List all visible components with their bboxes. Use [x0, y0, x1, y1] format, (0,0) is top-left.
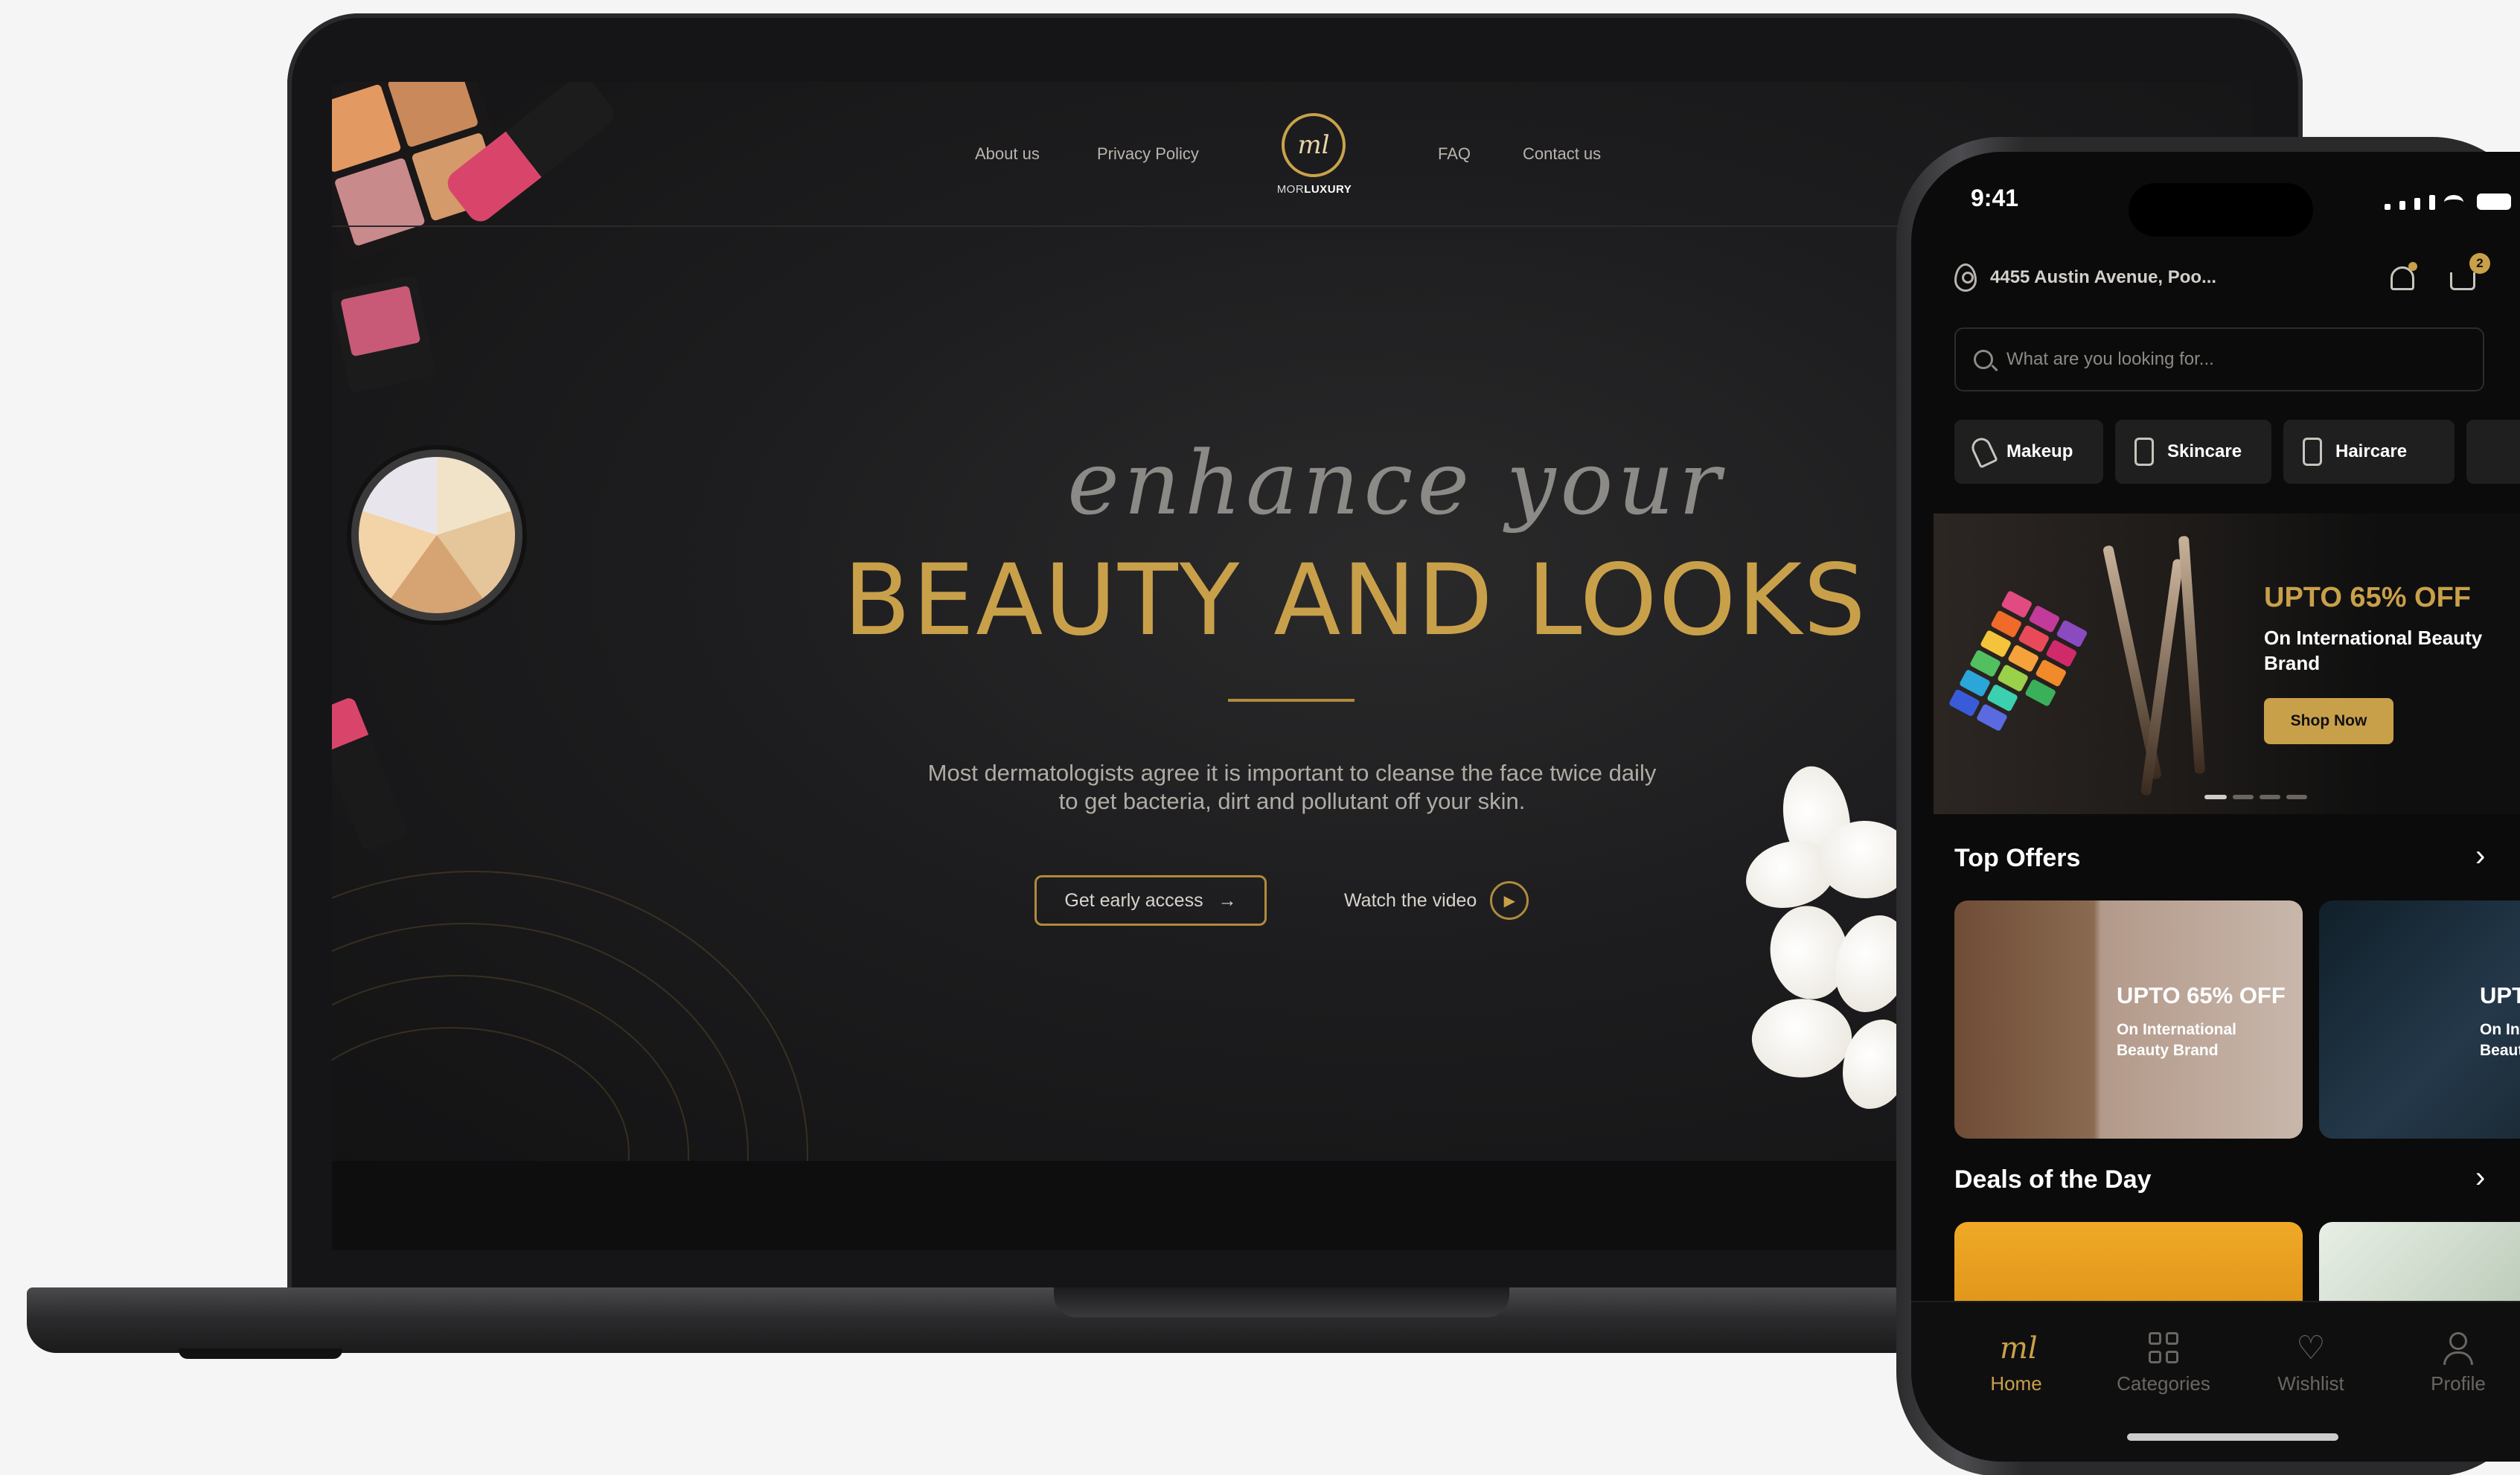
play-icon: ▶ [1490, 881, 1529, 920]
search-input[interactable]: What are you looking for... [1954, 327, 2484, 391]
home-logo-icon: ml [2000, 1331, 2038, 1366]
makeup-brush-icon [1969, 435, 1998, 469]
hero-title: BEAUTY AND LOOKS [843, 543, 1867, 658]
shop-now-button[interactable]: Shop Now [2264, 698, 2393, 744]
deal-card[interactable] [1954, 1222, 2303, 1311]
home-indicator[interactable] [2127, 1433, 2338, 1441]
carousel-dot [2286, 795, 2307, 799]
tab-wishlist[interactable]: ♡ Wishlist [2255, 1332, 2367, 1395]
dynamic-island [2129, 183, 2313, 237]
signal-icon [2385, 204, 2391, 210]
nav-privacy-policy[interactable]: Privacy Policy [1097, 144, 1199, 164]
location-text: 4455 Austin Avenue, Poo... [1990, 267, 2217, 287]
category-label: Skincare [2167, 441, 2242, 461]
get-early-access-button[interactable]: Get early access → [1034, 875, 1267, 926]
status-time: 9:41 [1971, 185, 2019, 211]
offer-card[interactable]: UPTO 65% OFF On International Beauty Bra… [2319, 900, 2520, 1139]
category-label: Haircare [2335, 441, 2408, 461]
cart-button[interactable]: 2 [2447, 253, 2490, 298]
grid-icon [2149, 1332, 2178, 1365]
watch-video-button[interactable]: Watch the video ▶ [1344, 875, 1529, 926]
nav-faq[interactable]: FAQ [1438, 144, 1471, 164]
logo-mark: ml [1297, 130, 1330, 160]
logo-wordmark: MORLUXURY [1276, 183, 1352, 196]
section-title-deals: Deals of the Day [1954, 1165, 2152, 1194]
haircare-bottle-icon [2303, 438, 2322, 466]
notification-button[interactable] [2388, 262, 2417, 296]
banner-subtitle: On International Beauty Brand [2264, 627, 2483, 674]
tab-categories[interactable]: Categories [2108, 1332, 2219, 1395]
carousel-dot-active [2204, 795, 2227, 799]
offer-subtitle: On International Beauty Brand [2117, 1021, 2237, 1059]
wifi-icon [2444, 195, 2463, 210]
deal-card[interactable] [2319, 1222, 2520, 1311]
bottom-tab-bar: ml Home Categories ♡ Wishlist Profile [1911, 1301, 2520, 1462]
logo[interactable]: ml [1282, 113, 1346, 177]
offer-subtitle: On International Beauty Brand [2480, 1021, 2520, 1059]
carousel-dots[interactable] [2204, 795, 2307, 799]
search-icon [1974, 350, 1993, 369]
arrow-right-icon: → [1218, 889, 1237, 911]
nav-about-us[interactable]: About us [975, 144, 1040, 164]
promo-banner[interactable]: UPTO 65% OFF On International Beauty Bra… [1934, 513, 2520, 814]
cart-badge: 2 [2469, 253, 2490, 274]
chevron-right-icon[interactable]: › [2475, 1161, 2485, 1194]
category-chip-more[interactable] [2466, 420, 2520, 484]
location-pin-icon [1954, 263, 1977, 292]
hero-divider [1228, 699, 1355, 702]
section-title-top-offers: Top Offers [1954, 844, 2081, 872]
battery-icon [2477, 193, 2511, 210]
skincare-jar-icon [2134, 438, 2154, 466]
hero-description: Most dermatologists agree it is importan… [927, 760, 1657, 814]
get-early-access-label: Get early access [1064, 889, 1203, 911]
carousel-dot [2260, 795, 2280, 799]
category-chip-skincare[interactable]: Skincare [2115, 420, 2271, 484]
blush-compact-image [332, 275, 438, 394]
tab-profile[interactable]: Profile [2402, 1332, 2514, 1395]
offer-title: UPTO 65% OFF [2480, 982, 2520, 1008]
hero-script-text: enhance your [1067, 432, 1725, 534]
laptop-base [27, 1287, 2036, 1353]
carousel-dot [2233, 795, 2254, 799]
offer-card[interactable]: UPTO 65% OFF On International Beauty Bra… [1954, 900, 2303, 1139]
laptop-notch [1054, 1287, 1509, 1317]
heart-icon: ♡ [2296, 1330, 2326, 1366]
makeup-palette-image [1934, 589, 2134, 814]
lipstick-image [332, 696, 409, 852]
user-icon [2442, 1332, 2475, 1365]
nav-contact-us[interactable]: Contact us [1523, 144, 1601, 164]
laptop-foot [179, 1348, 342, 1359]
watch-video-label: Watch the video [1344, 889, 1477, 911]
notification-dot [2408, 262, 2417, 271]
phone-screen: 9:41 4455 Austin Avenue, Poo... 2 What a… [1911, 152, 2520, 1462]
category-chip-makeup[interactable]: Makeup [1954, 420, 2103, 484]
status-icons [2385, 193, 2511, 210]
category-label: Makeup [2006, 441, 2073, 461]
concealer-palette-image [351, 449, 522, 621]
category-chip-haircare[interactable]: Haircare [2283, 420, 2455, 484]
cart-icon [2450, 272, 2475, 290]
chevron-right-icon[interactable]: › [2475, 839, 2485, 873]
tab-home[interactable]: ml Home [1960, 1332, 2072, 1395]
location-selector[interactable]: 4455 Austin Avenue, Poo... [1954, 263, 2216, 292]
banner-offer: UPTO 65% OFF [2264, 582, 2472, 613]
offer-title: UPTO 65% OFF [2117, 982, 2286, 1008]
search-placeholder: What are you looking for... [2006, 349, 2214, 369]
